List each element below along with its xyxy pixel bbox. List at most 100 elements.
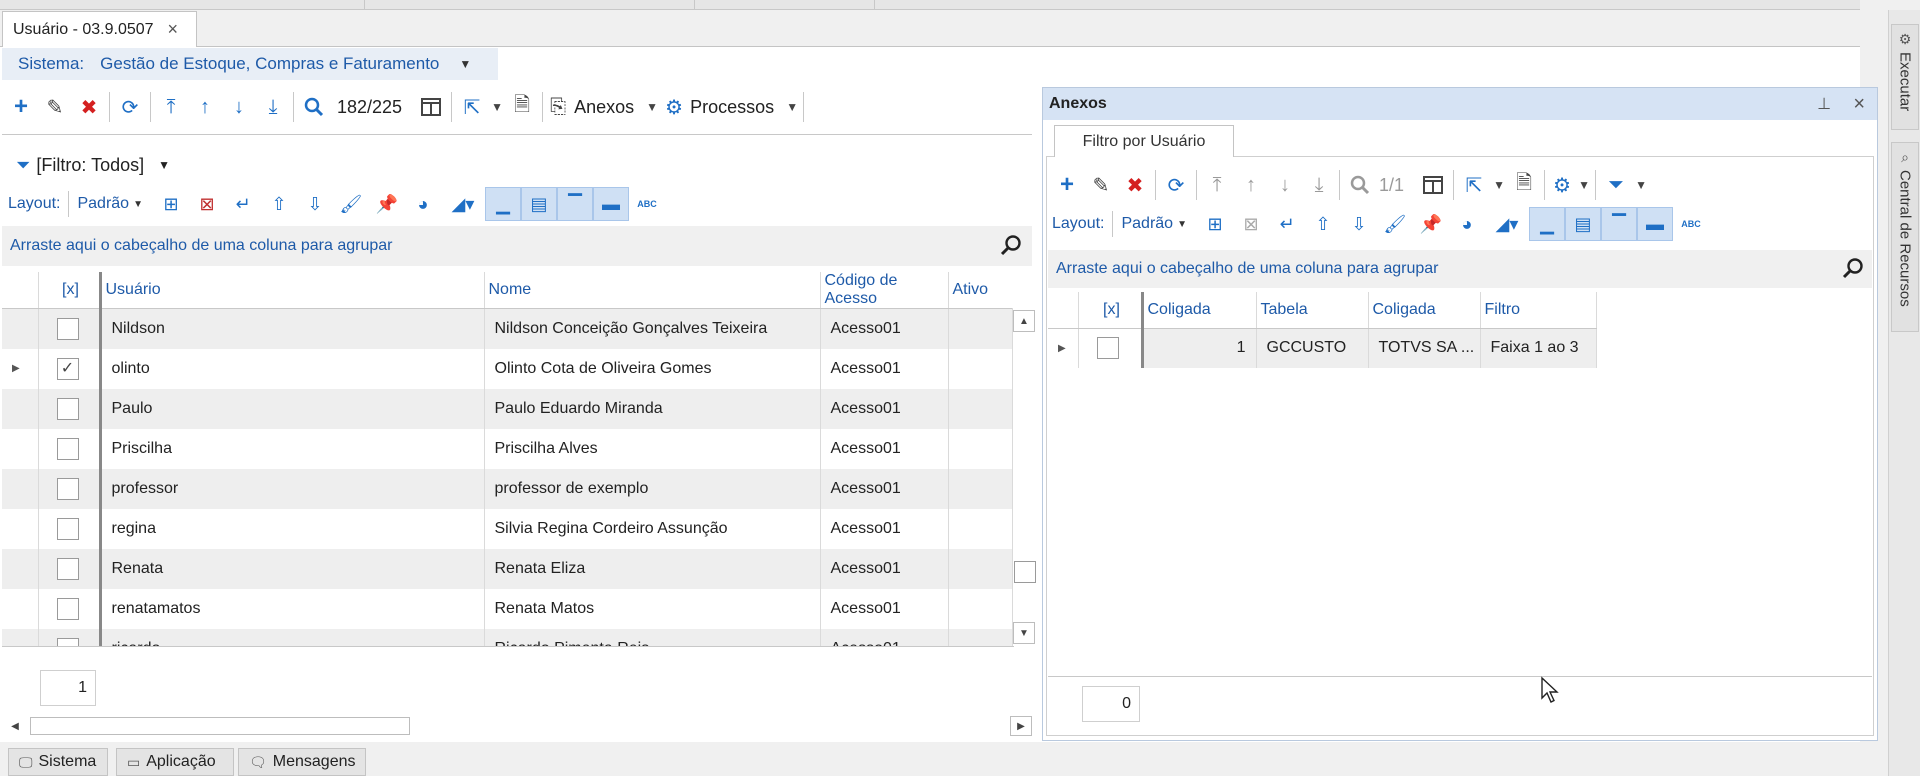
spellcheck-icon[interactable]: ABC (629, 187, 665, 221)
row-select-cell[interactable] (38, 468, 102, 509)
gear-dropdown-icon[interactable]: ▼ (1576, 169, 1592, 201)
refresh-icon[interactable]: ⟳ (113, 91, 147, 123)
rail-tab-central-recursos[interactable]: ⌕ Central de Recursos (1891, 142, 1919, 332)
layout-preset[interactable]: Padrão (1121, 215, 1173, 233)
previous-record-icon[interactable]: ↑ (188, 91, 222, 123)
attachment-icon[interactable]: ⎘ (546, 91, 570, 123)
row-checkbox[interactable]: ✓ (56, 357, 79, 380)
export-icon[interactable]: ⇱ (455, 91, 489, 123)
row-select-cell[interactable] (1078, 328, 1144, 368)
close-icon[interactable]: × (1853, 93, 1865, 116)
paint-icon[interactable]: 🖌 (1377, 207, 1413, 241)
first-record-icon[interactable]: ⤒ (1200, 169, 1234, 201)
search-icon[interactable] (1343, 169, 1377, 201)
chart-icon[interactable]: ◢▾ (441, 187, 485, 221)
rail-tab-executar[interactable]: ⚙ Executar (1891, 24, 1919, 130)
processos-dropdown-icon[interactable]: ▼ (784, 91, 800, 123)
table-row[interactable]: regina Silvia Regina Cordeiro Assunção Ace… (2, 508, 1012, 549)
remove-row-icon[interactable]: ⊠ (189, 187, 225, 221)
row-checkbox[interactable] (1096, 337, 1119, 360)
wrap-icon[interactable]: ↵ (1269, 207, 1305, 241)
scroll-down-icon[interactable]: ▼ (1013, 622, 1035, 644)
top-tab-conexoes[interactable] (365, 0, 695, 10)
column-header-select[interactable]: [x] (1078, 292, 1144, 329)
row-select-cell[interactable] (38, 308, 102, 349)
column-header-filtro[interactable]: Filtro (1480, 292, 1597, 329)
next-record-icon[interactable]: ↓ (1268, 169, 1302, 201)
row-select-cell[interactable] (38, 628, 102, 646)
spellcheck-icon[interactable]: ABC (1673, 207, 1709, 241)
scroll-up-icon[interactable]: ▲ (1013, 310, 1035, 332)
import-down-icon[interactable]: ⇩ (297, 187, 333, 221)
delete-icon[interactable]: ✖ (1118, 169, 1152, 201)
layout-rows-icon[interactable]: ▬ (592, 187, 629, 221)
report-icon[interactable]: 🗎 (505, 91, 539, 123)
refresh-icon[interactable]: ⟳ (1159, 169, 1193, 201)
top-tab-acesso[interactable] (0, 0, 365, 10)
document-tab[interactable]: Usuário - 03.9.0507 × (2, 11, 197, 47)
filter-selector[interactable]: ⏷ [Filtro: Todos] ▼ (16, 150, 170, 180)
row-checkbox[interactable] (56, 597, 79, 620)
column-header-ativo[interactable]: Ativo (948, 272, 1012, 309)
column-header-usuario[interactable]: Usuário (100, 272, 485, 309)
column-header-coligada[interactable]: Coligada (1142, 292, 1257, 329)
add-icon[interactable]: + (1050, 169, 1084, 201)
chevron-down-icon[interactable]: ▼ (459, 57, 471, 71)
table-row[interactable]: renatamatos Renata Matos Acesso01 (2, 588, 1012, 629)
add-row-icon[interactable]: ⊞ (153, 187, 189, 221)
report-icon[interactable]: 🗎 (1507, 169, 1541, 201)
next-record-icon[interactable]: ↓ (222, 91, 256, 123)
columns-icon[interactable] (414, 91, 448, 123)
layout-bottom-icon[interactable]: ▁ (1528, 207, 1565, 241)
row-select-cell[interactable]: ✓ (38, 348, 102, 389)
pin-icon[interactable]: ⊥ (1817, 94, 1831, 114)
scroll-right-icon[interactable]: ▶ (1010, 716, 1032, 736)
export-dropdown-icon[interactable]: ▼ (489, 91, 505, 123)
add-row-icon[interactable]: ⊞ (1197, 207, 1233, 241)
sistema-selector[interactable]: Sistema: Gestão de Estoque, Compras e Fa… (2, 48, 498, 80)
chart-icon[interactable]: ◢▾ (1485, 207, 1529, 241)
scroll-left-icon[interactable]: ◀ (6, 716, 24, 736)
row-select-cell[interactable] (38, 508, 102, 549)
export-up-icon[interactable]: ⇧ (1305, 207, 1341, 241)
layout-top-icon[interactable]: ▔ (556, 187, 593, 221)
table-row[interactable]: Nildson Nildson Conceição Gonçalves Teixe… (2, 308, 1012, 349)
pin-icon[interactable]: 📌 (369, 187, 405, 221)
gear-icon[interactable]: ⚙ (660, 91, 688, 123)
columns-icon[interactable] (1416, 169, 1450, 201)
row-checkbox[interactable] (56, 517, 79, 540)
top-tab-protecao[interactable] (695, 0, 875, 10)
bottom-tab-mensagens[interactable]: 🗨 Mensagens (238, 748, 366, 776)
row-checkbox[interactable] (56, 637, 79, 646)
column-header-codigo-acesso[interactable]: Código de Acesso (820, 272, 949, 309)
wrap-icon[interactable]: ↵ (225, 187, 261, 221)
row-select-cell[interactable] (38, 388, 102, 429)
scrollbar-thumb[interactable] (30, 717, 410, 735)
bottom-tab-sistema[interactable]: 🖵 Sistema (8, 748, 108, 776)
previous-record-icon[interactable]: ↑ (1234, 169, 1268, 201)
bottom-tab-aplicacao[interactable]: ▭ Aplicação (116, 748, 234, 776)
search-icon[interactable] (1000, 234, 1022, 261)
delete-icon[interactable]: ✖ (72, 91, 106, 123)
processos-button[interactable]: Processos (690, 97, 774, 118)
row-checkbox[interactable] (56, 317, 79, 340)
anexos-group-by-area[interactable]: Arraste aqui o cabeçalho de uma coluna p… (1048, 250, 1872, 288)
remove-row-icon[interactable]: ⊠ (1233, 207, 1269, 241)
table-row[interactable]: professor professor de exemplo Acesso01 (2, 468, 1012, 509)
edit-icon[interactable]: ✎ (38, 91, 72, 123)
layout-preset[interactable]: Padrão (77, 195, 129, 213)
layout-bottom-icon[interactable]: ▁ (484, 187, 521, 221)
funnel-icon[interactable]: ⏷ (1599, 169, 1633, 201)
export-icon[interactable]: ⇱ (1457, 169, 1491, 201)
vertical-scrollbar[interactable]: ▲ ▼ (1012, 308, 1035, 646)
layout-top-icon[interactable]: ▔ (1600, 207, 1637, 241)
group-by-area[interactable]: Arraste aqui o cabeçalho de uma coluna p… (2, 226, 1032, 266)
row-select-cell[interactable] (38, 428, 102, 469)
row-checkbox[interactable] (56, 557, 79, 580)
search-icon[interactable] (1842, 257, 1864, 284)
paint-icon[interactable]: 🖌 (333, 187, 369, 221)
table-row[interactable]: Renata Renata Eliza Acesso01 (2, 548, 1012, 589)
row-select-cell[interactable] (38, 588, 102, 629)
search-icon[interactable] (297, 91, 331, 123)
layout-split-icon[interactable]: ▤ (520, 187, 557, 221)
